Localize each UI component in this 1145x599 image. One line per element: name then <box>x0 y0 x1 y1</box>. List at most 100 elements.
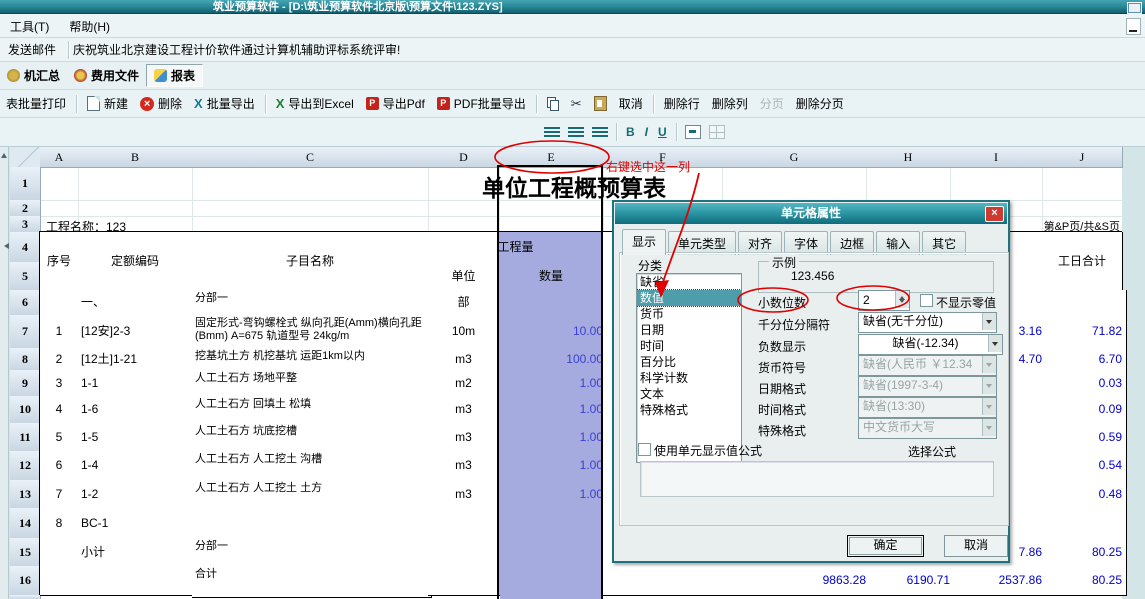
cell-E7[interactable]: 10.00 <box>499 315 612 349</box>
row-header-11[interactable]: 11 <box>10 423 41 452</box>
row-header-3[interactable]: 3 <box>10 216 41 233</box>
negative-combo[interactable]: 缺省(-12.34) <box>858 334 1003 355</box>
cell-C9[interactable]: 人工土石方 场地平整 <box>192 370 432 399</box>
cell-B8[interactable]: [12土]1-21 <box>78 348 196 371</box>
category-item-缺省[interactable]: 缺省 <box>637 274 741 290</box>
toolbar-button-paste[interactable] <box>588 96 613 111</box>
row-header-14[interactable]: 14 <box>10 508 41 539</box>
category-item-百分比[interactable]: 百分比 <box>637 354 741 370</box>
row-header-10[interactable]: 10 <box>10 396 41 424</box>
header-cell-子目名称[interactable]: 子目名称 <box>192 232 429 291</box>
toolbar-button-删除行[interactable]: 删除行 <box>658 95 706 112</box>
category-item-文本[interactable]: 文本 <box>637 386 741 402</box>
minimize-icon[interactable] <box>1126 18 1141 35</box>
dialog-tab-显示[interactable]: 显示 <box>622 229 666 255</box>
close-icon[interactable]: × <box>985 206 1004 222</box>
cell-E16[interactable] <box>499 566 612 596</box>
cell-J8[interactable]: 6.70 <box>1042 348 1127 371</box>
cell-C12[interactable]: 人工土石方 人工挖土 沟槽 <box>192 451 432 483</box>
column-header-I[interactable]: I <box>950 147 1043 168</box>
cell-E15[interactable] <box>499 538 612 567</box>
cell-J7[interactable]: 71.82 <box>1042 315 1127 349</box>
toolbar-button-取消[interactable]: 取消 <box>613 95 649 112</box>
cell-D7[interactable]: 10m <box>428 315 500 349</box>
ok-button[interactable]: 确定 <box>847 535 924 557</box>
cell-A14[interactable]: 8 <box>40 508 79 539</box>
header-cell-工日合计[interactable]: 工日合计 <box>1042 232 1123 291</box>
cancel-button[interactable]: 取消 <box>944 535 1008 557</box>
column-header-H[interactable]: H <box>866 147 951 168</box>
formula-textbox[interactable] <box>640 461 994 497</box>
menu-item-0[interactable]: 工具(T) <box>0 14 59 35</box>
cell-A16[interactable] <box>40 566 79 596</box>
cell-D11[interactable]: m3 <box>428 423 500 452</box>
row-header-6[interactable]: 6 <box>10 290 41 316</box>
cell-E6[interactable] <box>499 290 612 316</box>
merge-cells-icon[interactable] <box>685 125 701 139</box>
cell-D6[interactable]: 部 <box>428 290 500 316</box>
cell-E8[interactable]: 100.00 <box>499 348 612 371</box>
sheet-corner[interactable] <box>10 147 41 168</box>
row-header-4[interactable]: 4 <box>10 232 41 263</box>
tab-机汇总[interactable]: 机汇总 <box>0 65 67 86</box>
decimal-spinner[interactable]: 2 <box>858 290 910 311</box>
underline-icon[interactable]: U <box>658 125 667 139</box>
cell-F16[interactable] <box>603 566 723 596</box>
cell-J14[interactable] <box>1042 508 1127 539</box>
cell-J10[interactable]: 0.09 <box>1042 396 1127 424</box>
cell-C13[interactable]: 人工土石方 人工挖土 土方 <box>192 480 432 511</box>
cell-D15[interactable] <box>428 538 500 567</box>
row-header-7[interactable]: 7 <box>10 315 41 349</box>
cell-A9[interactable]: 3 <box>40 370 79 397</box>
cell-C14[interactable] <box>192 508 432 541</box>
scroll-left-icon[interactable] <box>1 243 9 249</box>
align-right-icon[interactable] <box>592 127 608 138</box>
tab-费用文件[interactable]: 费用文件 <box>67 65 146 86</box>
send-mail-button[interactable]: 发送邮件 <box>0 41 64 58</box>
grid-icon[interactable] <box>709 125 725 139</box>
cell-D16[interactable] <box>428 566 500 596</box>
cell-B7[interactable]: [12安]2-3 <box>78 315 196 349</box>
row-header-5[interactable]: 5 <box>10 262 41 291</box>
toolbar-button-导出到Excel[interactable]: X导出到Excel <box>270 95 360 112</box>
toolbar-button-删除分页[interactable]: 删除分页 <box>790 95 850 112</box>
cell-G16[interactable]: 9863.28 <box>722 566 871 596</box>
cell-A6[interactable] <box>40 290 79 316</box>
align-left-icon[interactable] <box>544 127 560 138</box>
cell-D8[interactable]: m3 <box>428 348 500 371</box>
cell-B11[interactable]: 1-5 <box>78 423 196 452</box>
row-header-16[interactable]: 16 <box>10 566 41 596</box>
cell-D13[interactable]: m3 <box>428 480 500 509</box>
toolbar-button-PDF批量导出[interactable]: PPDF批量导出 <box>431 95 532 112</box>
header-cell-定额编码[interactable]: 定额编码 <box>78 232 193 291</box>
cell-C11[interactable]: 人工土石方 坑底挖槽 <box>192 423 432 454</box>
chevron-down-icon[interactable] <box>982 313 996 330</box>
header-cell-单位[interactable]: 单位 <box>428 262 500 291</box>
dialog-titlebar[interactable]: 单元格属性 × <box>615 203 1007 224</box>
toolbar-button-copy[interactable] <box>541 97 565 110</box>
cell-A15[interactable] <box>40 538 79 567</box>
cell-J16[interactable]: 80.25 <box>1042 566 1127 596</box>
chevron-down-icon[interactable] <box>988 335 1002 352</box>
category-item-时间[interactable]: 时间 <box>637 338 741 354</box>
cell-B16[interactable] <box>78 566 196 596</box>
spinner-arrows-icon[interactable] <box>895 291 909 308</box>
column-header-A[interactable]: A <box>40 147 79 168</box>
cell-A12[interactable]: 6 <box>40 451 79 481</box>
cell-D9[interactable]: m2 <box>428 370 500 397</box>
row-header-8[interactable]: 8 <box>10 348 41 371</box>
header-cell-数量[interactable]: 数量 <box>499 262 604 291</box>
cell-C7[interactable]: 固定形式-弯钩螺栓式 纵向孔距(Amm)横向孔距(Bmm) A=675 轨道型号… <box>192 315 432 351</box>
category-item-日期[interactable]: 日期 <box>637 322 741 338</box>
toolbar-button-导出Pdf[interactable]: P导出Pdf <box>360 95 431 112</box>
row-header-2[interactable]: 2 <box>10 200 41 217</box>
cell-J6[interactable] <box>1042 290 1127 316</box>
no-zero-checkbox[interactable] <box>920 294 933 307</box>
cell-J13[interactable]: 0.48 <box>1042 480 1127 509</box>
toolbar-button-表批量打印[interactable]: 表批量打印 <box>0 95 72 112</box>
cell-C15[interactable]: 分部一 <box>192 538 432 569</box>
toolbar-button-删除列[interactable]: 删除列 <box>706 95 754 112</box>
cell-C16[interactable]: 合计 <box>192 566 432 598</box>
category-listbox[interactable]: 缺省数值货币日期时间百分比科学计数文本特殊格式 <box>636 273 742 463</box>
cell-E9[interactable]: 1.00 <box>499 370 612 397</box>
